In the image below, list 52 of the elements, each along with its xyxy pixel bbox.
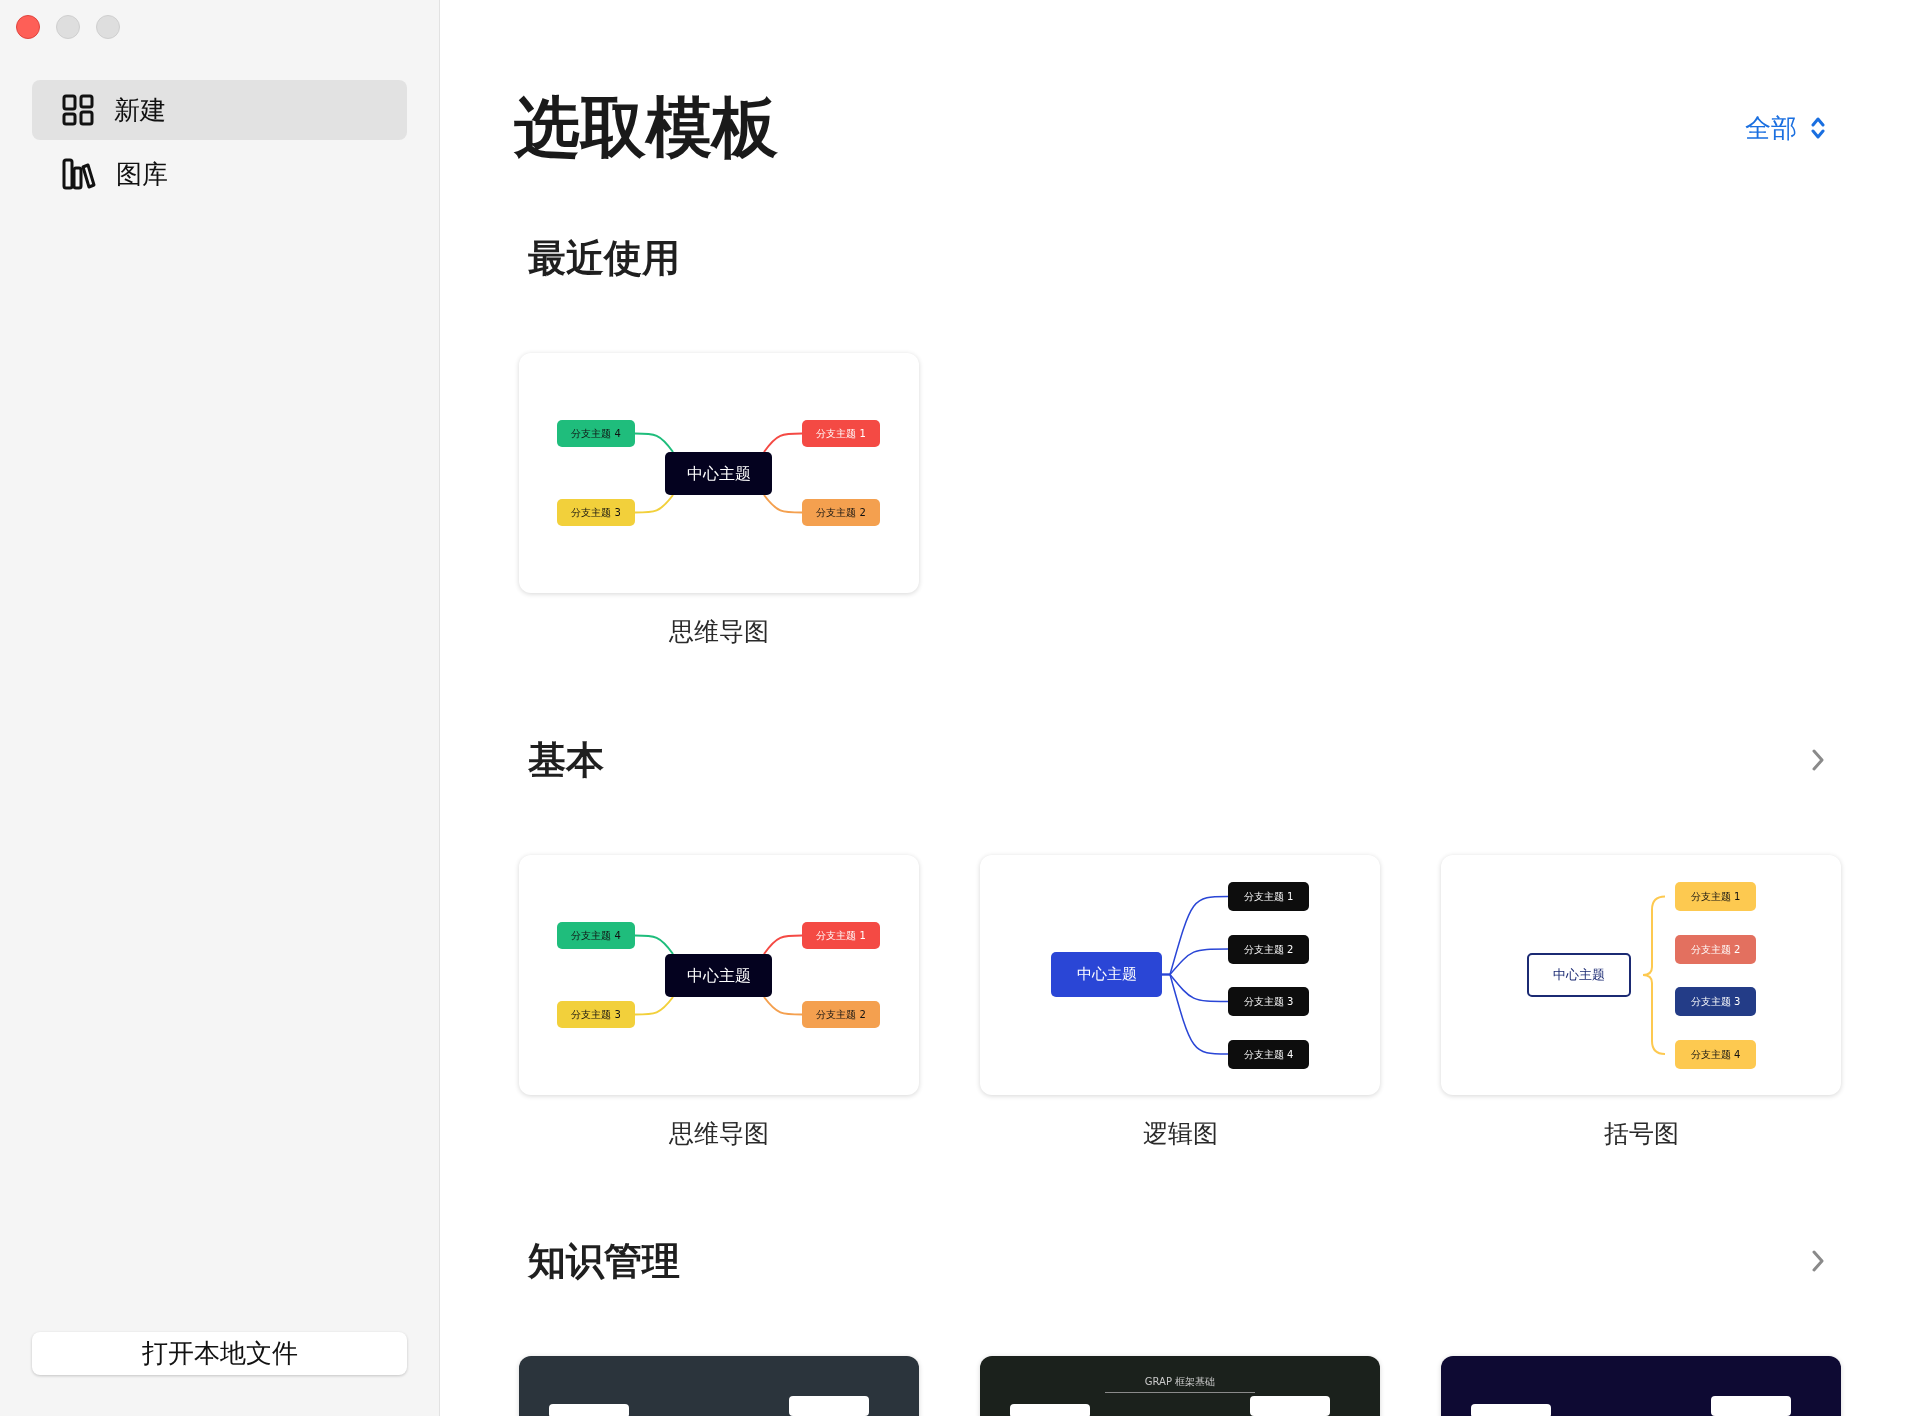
template-name: 思维导图 [669,617,769,647]
central-topic-node: 中心主题 [665,452,772,495]
sidebar-item[interactable]: 新建 [32,80,407,140]
section-title: 基本 [528,737,604,784]
branch-topic-node: 分支主题 3 [1228,987,1309,1016]
template-card[interactable]: 分支主题 1 分支主题 2 分支主题 3 分支主题 4 中心主题 [1441,855,1841,1095]
connector-line [763,494,803,514]
connector-line [763,432,803,453]
connector-line [763,934,803,955]
branch-topic-node: 分支主题 1 [1228,882,1309,911]
sidebar-item[interactable]: 图库 [32,144,407,204]
connector-line [634,996,674,1016]
branch-topic-node: 分支主题 4 [1228,1039,1309,1069]
section-title: 知识管理 [528,1238,680,1285]
branch-topic-node: 分支主题 3 [557,1001,635,1028]
template-name: 括号图 [1603,1119,1679,1149]
grid-icon [62,94,94,126]
chevron-right-icon[interactable] [1811,748,1825,772]
branch-topic-node: 分支主题 2 [1675,934,1756,964]
books-icon [62,158,96,190]
branch-topic-node: 分支主题 3 [1675,987,1756,1016]
template-name: 逻辑图 [1142,1119,1218,1149]
branch-topic-node: 分支主题 2 [802,1001,880,1028]
filter-dropdown[interactable]: 全部 [1745,108,1825,148]
branch-topic-node: 分支主题 4 [557,420,635,447]
preview-heading: GRAP 框架基础 [1104,1374,1256,1393]
open-local-file-button[interactable]: 打开本地文件 [32,1332,407,1375]
branch-topic-node: 分支主题 4 [1675,1039,1756,1069]
close-window-button[interactable] [16,15,40,39]
central-topic-node: 中心主题 [1527,953,1631,997]
template-card[interactable]: GRAP 框架基础 [980,1356,1380,1416]
branch-topic-node: 分支主题 2 [802,499,880,526]
section-title: 最近使用 [528,235,680,282]
template-name: 思维导图 [669,1119,769,1149]
branch-topic-node: 分支主题 1 [802,922,880,949]
branch-topic-node: 分支主题 3 [557,499,635,526]
connector-line [634,934,674,955]
branch-topic-node: 分支主题 4 [557,922,635,949]
chevron-right-icon[interactable] [1811,1249,1825,1273]
central-topic-node: 中心主题 [1051,952,1162,997]
template-card[interactable]: 分支主题 4 分支主题 1 分支主题 3 分支主题 2 中心主题 [519,855,919,1095]
up-down-chevron-icon [1811,116,1825,140]
central-topic-node: 中心主题 [665,954,772,997]
branch-topic-node: 分支主题 2 [1228,934,1309,964]
branch-topic-node: 分支主题 1 [1675,882,1756,911]
connector-line [634,432,674,453]
page-title: 选取模板 [514,88,778,168]
connector-line [634,494,674,514]
branch-topic-node: 分支主题 1 [802,420,880,447]
template-card[interactable]: 分支主题 1 分支主题 2 分支主题 3 分支主题 4 中心主题 [980,855,1380,1095]
connector-line [763,996,803,1016]
template-card[interactable]: 分支主题 4 分支主题 1 分支主题 3 分支主题 2 中心主题 [519,353,919,593]
